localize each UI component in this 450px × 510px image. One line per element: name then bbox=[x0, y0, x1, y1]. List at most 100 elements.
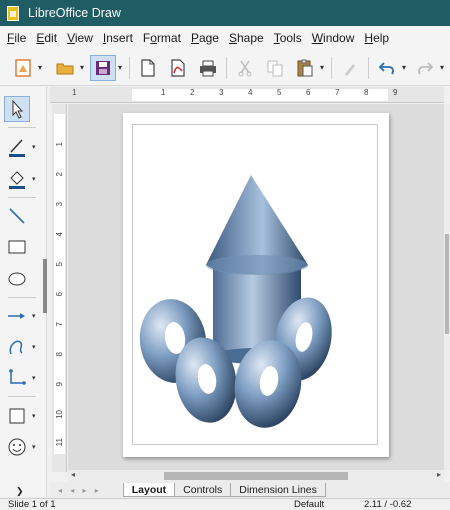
ruler-page-area bbox=[54, 114, 65, 454]
connector-tool[interactable]: ▾ bbox=[4, 364, 44, 392]
menu-shape[interactable]: Shape bbox=[224, 31, 269, 45]
paste-dropdown-arrow[interactable]: ▾ bbox=[318, 63, 326, 72]
symbol-shapes-tool[interactable]: ▾ bbox=[4, 433, 44, 461]
arrow-line-tool[interactable]: ▾ bbox=[4, 302, 44, 330]
tab-dimension-lines[interactable]: Dimension Lines bbox=[230, 483, 326, 497]
open-dropdown-arrow[interactable]: ▾ bbox=[78, 63, 86, 72]
scroll-left-arrow[interactable]: ◂ bbox=[71, 470, 75, 479]
connector-icon[interactable] bbox=[4, 365, 30, 391]
curve-dropdown-arrow[interactable]: ▾ bbox=[32, 343, 36, 351]
menu-edit[interactable]: Edit bbox=[31, 31, 62, 45]
undo-icon[interactable] bbox=[374, 55, 400, 81]
rectangle-tool[interactable] bbox=[4, 233, 44, 261]
ruler-label: 3 bbox=[219, 88, 224, 97]
sidebar-separator bbox=[8, 396, 36, 397]
ruler-label: 2 bbox=[55, 172, 64, 177]
ruler-label: 9 bbox=[55, 382, 64, 387]
new-dropdown-arrow[interactable]: ▾ bbox=[36, 63, 44, 72]
vertical-scrollbar-thumb[interactable] bbox=[445, 234, 449, 334]
rectangle-icon[interactable] bbox=[4, 234, 30, 260]
curve-tool[interactable]: ▾ bbox=[4, 333, 44, 361]
redo-icon[interactable] bbox=[412, 55, 438, 81]
ruler-label: 2 bbox=[190, 88, 195, 97]
menu-file[interactable]: File bbox=[2, 31, 31, 45]
drawing-canvas[interactable] bbox=[68, 104, 444, 470]
vertical-scrollbar[interactable] bbox=[444, 104, 450, 470]
save-dropdown-arrow[interactable]: ▾ bbox=[116, 63, 124, 72]
fill-color-tool[interactable]: ▾ bbox=[4, 165, 44, 193]
sidebar-drag-handle[interactable] bbox=[43, 259, 47, 313]
fill-color-dropdown-arrow[interactable]: ▾ bbox=[32, 175, 36, 183]
menu-view[interactable]: View bbox=[62, 31, 98, 45]
toolbar-separator bbox=[368, 56, 369, 79]
save-icon[interactable] bbox=[90, 54, 116, 81]
arrow-line-dropdown-arrow[interactable]: ▾ bbox=[32, 312, 36, 320]
copy-icon[interactable] bbox=[262, 55, 288, 81]
ruler-label: 3 bbox=[55, 202, 64, 207]
arrow-line-icon[interactable] bbox=[4, 303, 30, 329]
ruler-label: 10 bbox=[55, 410, 64, 419]
redo-dropdown-arrow[interactable]: ▾ bbox=[438, 63, 446, 72]
tab-controls[interactable]: Controls bbox=[174, 483, 232, 497]
vertical-ruler[interactable]: 1 2 3 4 5 6 7 8 9 10 11 bbox=[52, 104, 67, 472]
window-title: LibreOffice Draw bbox=[28, 6, 121, 20]
horizontal-scrollbar-thumb[interactable] bbox=[164, 472, 348, 480]
basic-shapes-dropdown-arrow[interactable]: ▾ bbox=[32, 412, 36, 420]
libreoffice-draw-icon bbox=[7, 5, 19, 21]
ruler-label: 1 bbox=[55, 142, 64, 147]
scroll-right-arrow[interactable]: ▸ bbox=[437, 470, 441, 479]
cone-shape[interactable] bbox=[206, 175, 308, 275]
menu-format[interactable]: Format bbox=[138, 31, 186, 45]
print-icon[interactable] bbox=[195, 55, 221, 81]
menu-help[interactable]: Help bbox=[359, 31, 394, 45]
tab-layout[interactable]: Layout bbox=[122, 483, 176, 497]
ellipse-tool[interactable] bbox=[4, 265, 44, 293]
tab-navigation-arrows[interactable]: ◂ ◂ ▸ ▸ bbox=[58, 486, 102, 495]
basic-shape-icon[interactable] bbox=[4, 403, 30, 429]
clone-formatting-icon[interactable] bbox=[337, 55, 363, 81]
ruler-label: 5 bbox=[55, 262, 64, 267]
menu-window[interactable]: Window bbox=[307, 31, 360, 45]
toolbar-separator bbox=[331, 56, 332, 79]
basic-shapes-tool[interactable]: ▾ bbox=[4, 402, 44, 430]
toolbar-separator bbox=[226, 56, 227, 79]
smiley-icon[interactable] bbox=[4, 434, 30, 460]
horizontal-scrollbar[interactable]: ◂ ▸ bbox=[68, 470, 444, 482]
export-icon[interactable] bbox=[135, 55, 161, 81]
export-pdf-icon[interactable] bbox=[165, 55, 191, 81]
line-color-tool[interactable]: ▾ bbox=[4, 133, 44, 161]
drawing-page[interactable] bbox=[123, 113, 389, 457]
line-tool-icon[interactable] bbox=[4, 203, 30, 229]
layer-tabs: Layout Controls Dimension Lines bbox=[122, 483, 326, 497]
new-document-icon[interactable] bbox=[10, 55, 36, 81]
standard-toolbar: ▾ ▾ ▾ ▾ ▾ ▾ bbox=[0, 50, 450, 86]
select-tool[interactable] bbox=[4, 95, 44, 123]
paste-icon[interactable] bbox=[292, 55, 318, 81]
ruler-label: 5 bbox=[277, 88, 282, 97]
select-arrow-icon[interactable] bbox=[4, 96, 30, 122]
line-color-icon[interactable] bbox=[4, 134, 30, 160]
ruler-label: 1 bbox=[72, 88, 77, 97]
horizontal-ruler[interactable]: 1 1 2 3 4 5 6 7 8 9 bbox=[50, 87, 444, 103]
status-bar: Slide 1 of 1 Default 2.11 / -0.62 bbox=[0, 498, 450, 510]
3d-shapes-drawing[interactable] bbox=[123, 113, 389, 457]
cut-icon[interactable] bbox=[232, 55, 258, 81]
open-folder-icon[interactable] bbox=[52, 55, 78, 81]
undo-dropdown-arrow[interactable]: ▾ bbox=[400, 63, 408, 72]
ruler-label: 9 bbox=[393, 88, 398, 97]
line-color-dropdown-arrow[interactable]: ▾ bbox=[32, 143, 36, 151]
toolbar-separator bbox=[129, 56, 130, 79]
symbol-shapes-dropdown-arrow[interactable]: ▾ bbox=[32, 443, 36, 451]
connector-dropdown-arrow[interactable]: ▾ bbox=[32, 374, 36, 382]
curve-icon[interactable] bbox=[4, 334, 30, 360]
sidebar-separator bbox=[8, 297, 36, 298]
line-tool[interactable] bbox=[4, 202, 44, 230]
cursor-position: 2.11 / -0.62 bbox=[364, 499, 412, 510]
menu-page[interactable]: Page bbox=[186, 31, 224, 45]
fill-color-icon[interactable] bbox=[4, 166, 30, 192]
ellipse-icon[interactable] bbox=[4, 266, 30, 292]
menu-insert[interactable]: Insert bbox=[98, 31, 138, 45]
expand-toolbar-icon[interactable]: ❯ bbox=[16, 486, 24, 497]
ruler-label: 7 bbox=[55, 322, 64, 327]
menu-tools[interactable]: Tools bbox=[269, 31, 307, 45]
